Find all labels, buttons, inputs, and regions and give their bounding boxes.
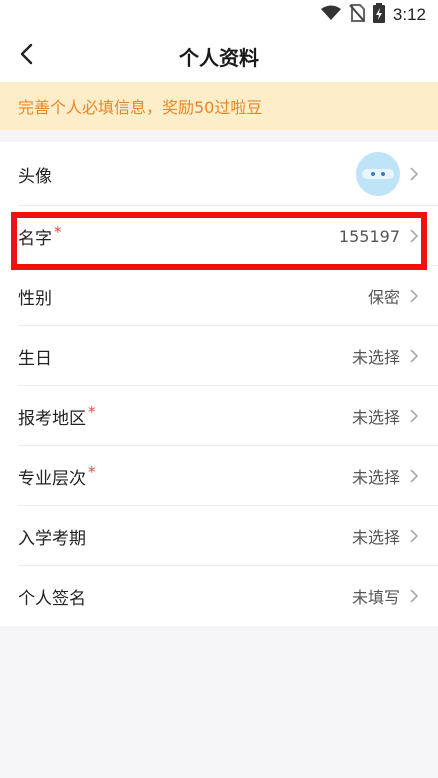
chevron-left-icon <box>19 43 33 69</box>
row-label: 生日 <box>18 348 52 369</box>
reward-banner: 完善个人必填信息，奖励50过啦豆 <box>0 82 438 130</box>
required-mark: * <box>54 223 62 241</box>
row-label: 入学考期 <box>18 528 86 549</box>
row-label: 报考地区 <box>18 408 86 429</box>
chevron-right-icon <box>408 586 420 606</box>
row-avatar[interactable]: 头像 <box>0 142 438 206</box>
chevron-right-icon <box>408 346 420 366</box>
row-name[interactable]: 名字 * 155197 <box>0 206 438 266</box>
row-right: 未选择 <box>352 404 420 428</box>
back-button[interactable] <box>6 30 46 82</box>
row-label: 性别 <box>18 288 52 309</box>
header: 个人资料 <box>0 30 438 82</box>
row-right: 未选择 <box>352 464 420 488</box>
row-label: 个人签名 <box>18 588 86 609</box>
row-major-level[interactable]: 专业层次 * 未选择 <box>0 446 438 506</box>
row-right: 保密 <box>368 284 420 308</box>
required-mark: * <box>88 463 96 481</box>
required-mark: * <box>88 403 96 421</box>
status-time: 3:12 <box>392 5 426 24</box>
row-label: 名字 <box>18 228 52 249</box>
page-title: 个人资料 <box>179 45 259 70</box>
chevron-right-icon <box>408 226 420 246</box>
row-right <box>356 152 420 196</box>
banner-text: 完善个人必填信息，奖励50过啦豆 <box>18 98 263 117</box>
row-birthday[interactable]: 生日 未选择 <box>0 326 438 386</box>
battery-icon <box>372 3 385 27</box>
row-value: 155197 <box>338 226 400 246</box>
chevron-right-icon <box>408 286 420 306</box>
row-right: 未填写 <box>352 584 420 608</box>
row-label: 头像 <box>18 166 52 187</box>
row-value: 未选择 <box>351 528 400 547</box>
row-exam-region[interactable]: 报考地区 * 未选择 <box>0 386 438 446</box>
row-value: 未选择 <box>351 408 400 427</box>
row-value: 未选择 <box>351 468 400 487</box>
chevron-right-icon <box>408 406 420 426</box>
row-value: 未选择 <box>351 348 400 367</box>
row-right: 未选择 <box>352 344 420 368</box>
status-bar: 3:12 <box>0 0 438 30</box>
row-enrollment-term[interactable]: 入学考期 未选择 <box>0 506 438 566</box>
profile-list: 头像 名字 * 155197 性别 保密 生日 未选择 报考地区 * 未选择 专… <box>0 142 438 626</box>
row-right: 未选择 <box>352 524 420 548</box>
row-gender[interactable]: 性别 保密 <box>0 266 438 326</box>
chevron-right-icon <box>408 466 420 486</box>
row-value: 保密 <box>367 288 400 307</box>
no-sim-icon <box>349 4 365 26</box>
avatar <box>356 152 400 196</box>
row-signature[interactable]: 个人签名 未填写 <box>0 566 438 626</box>
row-right: 155197 <box>339 226 420 246</box>
row-value: 未填写 <box>351 588 400 607</box>
row-label: 专业层次 <box>18 468 86 489</box>
chevron-right-icon <box>408 526 420 546</box>
wifi-icon <box>320 5 341 25</box>
chevron-right-icon <box>408 164 420 184</box>
